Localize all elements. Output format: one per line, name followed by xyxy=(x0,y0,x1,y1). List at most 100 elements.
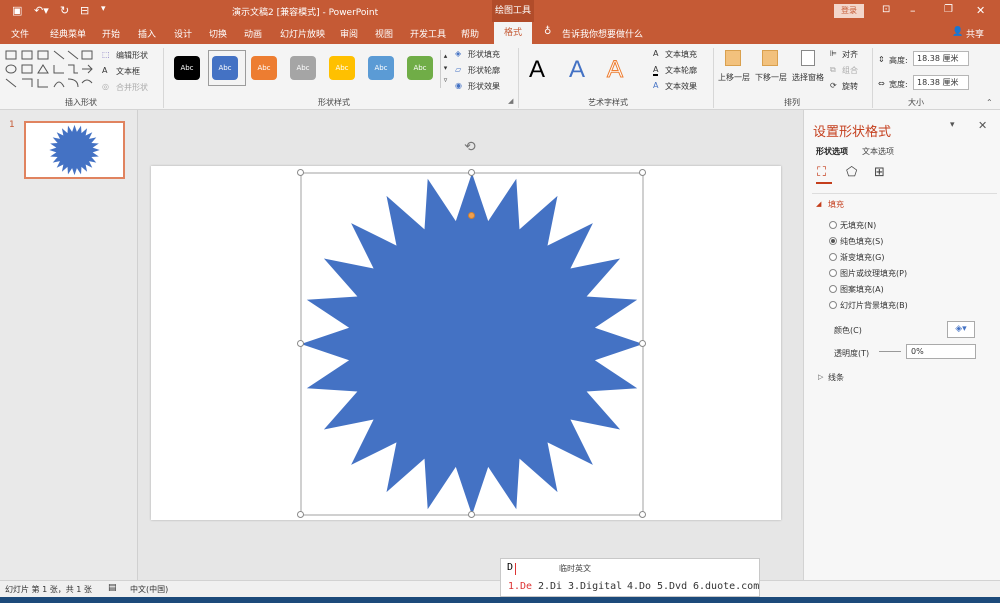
tab-home[interactable]: 开始 xyxy=(102,27,120,40)
text-outline-button[interactable]: 文本轮廓 xyxy=(665,65,697,76)
share-button[interactable]: 共享 xyxy=(966,27,984,40)
color-picker-button[interactable]: ◈▾ xyxy=(947,321,975,338)
radio-picture-fill[interactable] xyxy=(829,269,837,277)
ime-candidate-3[interactable]: 3.Digital xyxy=(568,581,622,592)
ime-candidate-2[interactable]: 2.Di xyxy=(538,581,562,592)
tell-me-search[interactable]: 告诉我你想要做什么 xyxy=(562,27,643,40)
tab-classic-menu[interactable]: 经典菜单 xyxy=(50,27,86,40)
selection-pane-icon[interactable] xyxy=(801,50,815,66)
tab-help[interactable]: 帮助 xyxy=(461,27,479,40)
shape-fill-icon[interactable]: ◈ xyxy=(455,49,461,58)
rotate-handle-icon[interactable]: ⟲ xyxy=(464,139,476,155)
width-input[interactable]: 18.38 厘米 xyxy=(913,75,969,90)
shape-fill-button[interactable]: 形状填充 xyxy=(468,49,500,60)
collapse-ribbon-icon[interactable]: ⌃ xyxy=(986,98,993,107)
group-button[interactable]: 组合 xyxy=(842,65,858,76)
tab-animations[interactable]: 动画 xyxy=(244,27,262,40)
radio-no-fill[interactable] xyxy=(829,221,837,229)
merge-shapes-button[interactable]: 合并形状 xyxy=(116,82,148,93)
rotate-button[interactable]: 旋转 xyxy=(842,81,858,92)
adjust-handle[interactable] xyxy=(468,212,475,219)
undo-icon[interactable]: ↶▾ xyxy=(34,4,49,17)
star-shape[interactable] xyxy=(301,173,643,515)
language-indicator[interactable]: 中文(中国) xyxy=(130,584,168,595)
height-input[interactable]: 18.38 厘米 xyxy=(913,51,969,66)
rotate-icon[interactable]: ⟳ xyxy=(830,81,837,90)
gallery-scroll-icon[interactable]: ▴ ▾ ▿ xyxy=(440,50,450,88)
resize-handle-e[interactable] xyxy=(639,340,646,347)
slide-thumbnail[interactable] xyxy=(24,121,125,179)
text-effects-icon[interactable]: A xyxy=(653,81,658,90)
line-section-header[interactable]: 线条 xyxy=(828,372,844,383)
resize-handle-s[interactable] xyxy=(468,511,475,518)
bring-forward-button[interactable]: 上移一层 xyxy=(718,72,750,83)
resize-handle-ne[interactable] xyxy=(639,169,646,176)
dialog-launcher-icon[interactable]: ◢ xyxy=(508,97,513,105)
tab-design[interactable]: 设计 xyxy=(174,27,192,40)
option-background-fill[interactable]: 幻灯片背景填充(B) xyxy=(840,300,908,311)
shape-effects-button[interactable]: 形状效果 xyxy=(468,81,500,92)
spellcheck-icon[interactable]: ▤ xyxy=(108,583,117,593)
text-effects-button[interactable]: 文本效果 xyxy=(665,81,697,92)
ime-candidate-1[interactable]: 1.De xyxy=(508,581,532,592)
wordart-blue[interactable]: A xyxy=(569,56,585,84)
radio-pattern-fill[interactable] xyxy=(829,285,837,293)
fill-line-icon[interactable]: ⛶ xyxy=(817,165,826,180)
shape-style-swatch[interactable]: Abc xyxy=(329,56,355,80)
redo-icon[interactable]: ↻ xyxy=(60,4,69,17)
option-no-fill[interactable]: 无填充(N) xyxy=(840,220,876,231)
radio-background-fill[interactable] xyxy=(829,301,837,309)
text-box-icon[interactable]: A xyxy=(102,66,107,75)
shape-style-swatch[interactable]: Abc xyxy=(174,56,200,80)
tab-view[interactable]: 视图 xyxy=(375,27,393,40)
ime-candidate-4[interactable]: 4.Do xyxy=(627,581,651,592)
slide-canvas[interactable] xyxy=(151,166,781,520)
transparency-input[interactable]: 0% xyxy=(906,344,976,359)
align-icon[interactable]: ⊫ xyxy=(830,49,837,58)
edit-shape-icon[interactable]: ⬚ xyxy=(102,50,110,59)
close-icon[interactable]: ✕ xyxy=(976,4,985,17)
tab-review[interactable]: 审阅 xyxy=(340,27,358,40)
radio-gradient-fill[interactable] xyxy=(829,253,837,261)
maximize-icon[interactable]: ❐ xyxy=(944,4,953,15)
tab-text-options[interactable]: 文本选项 xyxy=(862,146,894,157)
tab-developer[interactable]: 开发工具 xyxy=(410,27,446,40)
selection-pane-button[interactable]: 选择窗格 xyxy=(792,72,824,83)
option-gradient-fill[interactable]: 渐变填充(G) xyxy=(840,252,884,263)
shape-style-swatch[interactable]: Abc xyxy=(212,56,238,80)
tab-file[interactable]: 文件 xyxy=(11,27,29,40)
send-backward-button[interactable]: 下移一层 xyxy=(755,72,787,83)
tab-slideshow[interactable]: 幻灯片放映 xyxy=(280,27,325,40)
save-icon[interactable]: ▣ xyxy=(12,4,22,17)
shape-gallery[interactable] xyxy=(4,49,96,93)
ribbon-display-icon[interactable]: ⊡ xyxy=(882,4,890,15)
start-from-beginning-icon[interactable]: ⊟ xyxy=(80,4,89,17)
bring-forward-icon[interactable] xyxy=(725,50,741,66)
shape-effects-icon[interactable]: ◉ xyxy=(455,81,462,90)
pane-close-icon[interactable]: ✕ xyxy=(978,119,987,132)
transparency-slider[interactable] xyxy=(879,351,901,352)
radio-solid-fill[interactable] xyxy=(829,237,837,245)
tab-transitions[interactable]: 切换 xyxy=(209,27,227,40)
option-pattern-fill[interactable]: 图案填充(A) xyxy=(840,284,884,295)
resize-handle-w[interactable] xyxy=(297,340,304,347)
resize-handle-nw[interactable] xyxy=(297,169,304,176)
effects-icon[interactable]: ⬠ xyxy=(846,165,857,180)
login-button[interactable]: 登录 xyxy=(834,4,864,18)
wordart-orange-outline[interactable]: A xyxy=(606,56,623,84)
resize-handle-n[interactable] xyxy=(468,169,475,176)
option-picture-fill[interactable]: 图片或纹理填充(P) xyxy=(840,268,907,279)
fill-collapse-icon[interactable]: ◢ xyxy=(816,200,821,208)
tab-insert[interactable]: 插入 xyxy=(138,27,156,40)
customize-qat-icon[interactable]: ▾ xyxy=(101,4,106,14)
edit-shape-button[interactable]: 编辑形状 xyxy=(116,50,148,61)
share-icon[interactable]: 👤 xyxy=(952,27,963,37)
resize-handle-sw[interactable] xyxy=(297,511,304,518)
shape-style-swatch[interactable]: Abc xyxy=(407,56,433,80)
minimize-icon[interactable]: – xyxy=(910,4,916,17)
pane-options-icon[interactable]: ▾ xyxy=(950,120,955,130)
fill-section-header[interactable]: 填充 xyxy=(828,199,844,210)
ime-candidate-5[interactable]: 5.Dvd xyxy=(657,581,687,592)
resize-handle-se[interactable] xyxy=(639,511,646,518)
shape-style-swatch[interactable]: Abc xyxy=(290,56,316,80)
